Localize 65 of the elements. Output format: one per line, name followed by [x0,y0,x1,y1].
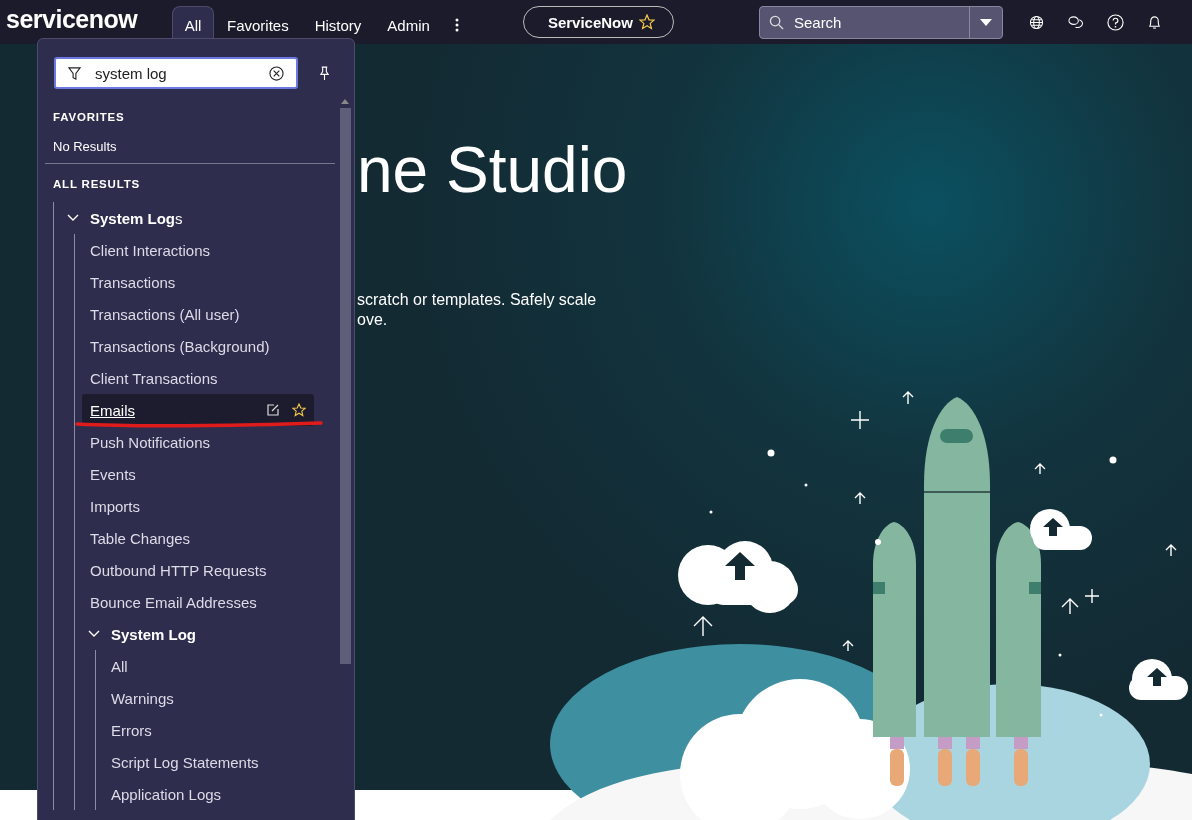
more-icon [454,18,459,32]
empty-message: No Results [52,139,117,154]
star-icon [638,14,655,30]
help-icon[interactable] [1106,13,1124,31]
menu-item-link[interactable]: Events [90,465,306,483]
menu-item-link[interactable]: Transactions (All user) [90,305,306,323]
search-field[interactable]: Search [758,5,1003,39]
menu-item-link[interactable]: All [111,657,307,675]
menu-item[interactable]: Transactions [82,266,314,298]
hero-description: ove. [357,310,388,330]
search-input[interactable]: Search [791,12,961,32]
filter-field[interactable]: system log [54,57,298,89]
pin-icon[interactable] [319,65,330,81]
menu-item[interactable]: Imports [82,490,314,522]
nav-tab[interactable]: History [301,6,375,44]
hero-description: scratch or templates. Safely scale [357,290,597,310]
globe-icon[interactable] [1028,14,1044,30]
menu-item[interactable]: Transactions (All user) [82,298,314,330]
menu-item-link[interactable]: Imports [90,497,306,515]
chevron-icon [88,630,100,638]
section-heading: ALL RESULTS [52,178,140,190]
menu-item[interactable]: Outbound HTTP Requests [82,554,314,586]
menu-item[interactable]: Push Notifications [82,426,314,458]
menu-item-link[interactable]: Transactions [90,273,306,291]
menu-item[interactable]: Errors [103,714,315,746]
menu-item[interactable]: Client Interactions [82,234,314,266]
menu-item-link[interactable]: Warnings [111,689,307,707]
menu-item[interactable]: Table Changes [82,522,314,554]
menu-item-link[interactable]: Client Transactions [90,369,306,387]
menu-item-link[interactable]: Client Interactions [90,241,306,259]
menu-item-link[interactable]: Transactions (Background) [90,337,306,355]
nav-tab[interactable]: Admin [374,6,443,44]
menu-item-link[interactable]: Table Changes [90,529,306,547]
chevron-icon [67,214,79,222]
clear-icon[interactable] [269,65,284,81]
logo[interactable]: servicenow [6,4,172,34]
scroll-up-icon[interactable] [341,99,349,104]
menu-item-link[interactable]: Push Notifications [90,433,306,451]
menu-item[interactable]: Warnings [103,682,315,714]
menu-item[interactable]: Client Transactions [82,362,314,394]
menu-item-link[interactable]: Application Logs [111,785,307,803]
filter-icon [68,66,81,80]
menu-item[interactable]: Application Logs [103,778,315,810]
section-heading: FAVORITES [52,111,125,123]
menu-item[interactable]: Bounce Email Addresses [82,586,314,618]
edit-icon[interactable] [266,403,280,417]
caret-icon [979,18,992,26]
nav-tab[interactable]: Favorites [214,6,302,44]
menu-item-link[interactable]: Errors [111,721,307,739]
menu-group[interactable]: System Log [75,618,197,650]
menu-item-link[interactable]: Emails [90,401,135,419]
menu-item[interactable]: Emails [82,394,314,426]
hero-title: ne Studio [357,133,629,208]
menu-item-link[interactable]: Outbound HTTP Requests [90,561,306,579]
menu-item[interactable]: All [103,650,315,682]
menu-item-link[interactable]: Bounce Email Addresses [90,593,306,611]
menu-item[interactable]: Events [82,458,314,490]
chat-icon[interactable] [1067,14,1083,30]
menu-item[interactable]: Transactions (Background) [82,330,314,362]
bell-icon[interactable] [1147,14,1161,30]
menu-item[interactable]: Script Log Statements [103,746,315,778]
star-icon[interactable] [292,403,306,417]
search-icon [768,14,784,30]
menu-group[interactable]: System Logs [54,202,183,234]
menu-item-link[interactable]: Script Log Statements [111,753,307,771]
